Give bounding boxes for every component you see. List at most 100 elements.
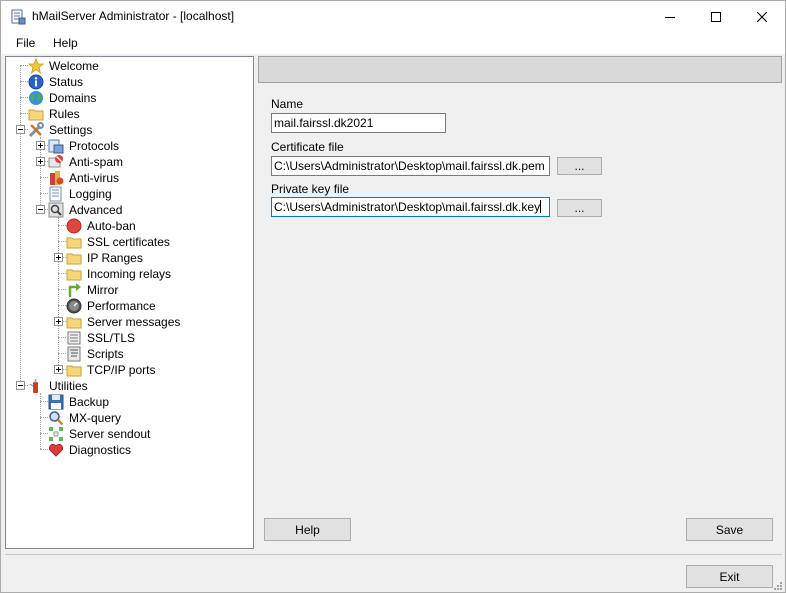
folder-icon: [66, 250, 82, 266]
save-button[interactable]: Save: [686, 518, 773, 541]
search-icon: [48, 410, 64, 426]
tree-item-auto-ban[interactable]: Auto-ban: [66, 218, 196, 234]
tree-item-backup[interactable]: Backup: [48, 394, 178, 410]
anti-virus-icon: [48, 170, 64, 186]
tree-item-label: TCP/IP ports: [87, 363, 156, 377]
tree-item-label: Logging: [69, 187, 112, 201]
name-input[interactable]: mail.fairssl.dk2021: [271, 113, 446, 133]
tree-item-label: Server sendout: [69, 427, 151, 441]
tree-item-label: Anti-spam: [69, 155, 124, 169]
private-key-browse-button[interactable]: ...: [557, 199, 602, 217]
tree-item-label: SSL certificates: [87, 235, 170, 249]
tree-item-label: Scripts: [87, 347, 124, 361]
anti-spam-icon: [48, 154, 64, 170]
network-nodes-icon: [48, 426, 64, 442]
menu-file[interactable]: File: [16, 36, 35, 50]
advanced-collapse-toggle[interactable]: [36, 205, 45, 214]
tree-item-label: MX-query: [69, 411, 122, 425]
protocols-expand-toggle[interactable]: [36, 141, 45, 150]
certificate-file-label: Certificate file: [271, 140, 344, 154]
tree-item-label: Anti-virus: [69, 171, 120, 185]
menu-help[interactable]: Help: [53, 36, 78, 50]
folder-icon: [66, 314, 82, 330]
utilities-knife-icon: [28, 378, 44, 394]
help-button[interactable]: Help: [264, 518, 351, 541]
star-icon: [27, 57, 45, 75]
tree-item-welcome[interactable]: Welcome: [27, 57, 148, 75]
tree-item-server-sendout[interactable]: Server sendout: [48, 426, 178, 442]
minimize-button[interactable]: [647, 1, 693, 32]
tree-item-status[interactable]: Status: [28, 74, 148, 90]
utilities-collapse-toggle[interactable]: [16, 381, 25, 390]
tree-item-label: Advanced: [69, 203, 123, 217]
server-messages-expand-toggle[interactable]: [54, 317, 63, 326]
certificate-browse-button[interactable]: ...: [557, 157, 602, 175]
certificate-file-value: C:\Users\Administrator\Desktop\mail.fair…: [274, 159, 545, 173]
tree-item-label: Backup: [69, 395, 110, 409]
panel-header: [258, 56, 782, 83]
tree-item-utilities[interactable]: Utilities: [28, 378, 148, 394]
ip-ranges-expand-toggle[interactable]: [54, 253, 63, 262]
tree-item-label: Incoming relays: [87, 267, 172, 281]
name-value: mail.fairssl.dk2021: [274, 116, 374, 130]
window-title: hMailServer Administrator - [localhost]: [32, 9, 235, 23]
private-key-file-label: Private key file: [271, 182, 350, 196]
resize-grip-icon[interactable]: [773, 580, 783, 590]
tree-item-label: Utilities: [49, 379, 88, 393]
tree-item-logging[interactable]: Logging: [48, 186, 168, 202]
close-button[interactable]: [739, 1, 785, 32]
text-caret: [540, 200, 542, 213]
tree-item-mx-query[interactable]: MX-query: [48, 410, 178, 426]
tree-item-anti-spam[interactable]: Anti-spam: [48, 154, 168, 170]
maximize-button[interactable]: [693, 1, 739, 32]
antispam-expand-toggle[interactable]: [36, 157, 45, 166]
footer-divider: [5, 554, 782, 555]
maximize-icon: [711, 11, 721, 22]
tree-item-anti-virus[interactable]: Anti-virus: [48, 170, 168, 186]
script-icon: [66, 346, 82, 362]
gauge-icon: [66, 298, 82, 314]
tree-item-protocols[interactable]: Protocols: [48, 138, 168, 154]
tree-item-domains[interactable]: Domains: [28, 90, 148, 106]
private-key-file-input[interactable]: C:\Users\Administrator\Desktop\mail.fair…: [271, 197, 550, 217]
navigation-tree[interactable]: Welcome Status Domains Rules Settings Pr…: [5, 56, 254, 549]
folder-icon: [66, 266, 82, 282]
title-bar: hMailServer Administrator - [localhost]: [1, 1, 785, 32]
folder-icon: [66, 362, 82, 378]
folder-icon: [66, 234, 82, 250]
tools-icon: [28, 122, 44, 138]
tree-item-settings[interactable]: Settings: [28, 122, 148, 138]
tree-item-server-messages[interactable]: Server messages: [66, 314, 196, 330]
tree-item-ssl-certificates[interactable]: SSL certificates: [66, 234, 196, 250]
tree-item-rules[interactable]: Rules: [28, 106, 148, 122]
private-key-file-value: C:\Users\Administrator\Desktop\mail.fair…: [274, 200, 541, 214]
tcpip-ports-expand-toggle[interactable]: [54, 365, 63, 374]
tree-item-label: Rules: [49, 107, 80, 121]
name-label: Name: [271, 97, 304, 111]
tree-item-ip-ranges[interactable]: IP Ranges: [66, 250, 196, 266]
tree-item-ssl-tls[interactable]: SSL/TLS: [66, 330, 196, 346]
tree-item-label: Welcome: [49, 59, 99, 73]
tree-item-performance[interactable]: Performance: [66, 298, 196, 314]
tree-item-label: Protocols: [69, 139, 120, 153]
tree-item-diagnostics[interactable]: Diagnostics: [48, 442, 178, 458]
info-icon: [28, 74, 44, 90]
certificate-file-input[interactable]: C:\Users\Administrator\Desktop\mail.fair…: [271, 156, 550, 176]
tree-item-tcpip-ports[interactable]: TCP/IP ports: [66, 362, 196, 378]
heart-icon: [48, 442, 64, 458]
tree-item-label: Auto-ban: [87, 219, 136, 233]
settings-collapse-toggle[interactable]: [16, 125, 25, 134]
globe-icon: [28, 90, 44, 106]
exit-button[interactable]: Exit: [686, 565, 773, 588]
protocols-icon: [48, 138, 64, 154]
menu-bar: File Help: [1, 32, 785, 54]
tree-item-advanced[interactable]: Advanced: [48, 202, 168, 218]
tree-item-scripts[interactable]: Scripts: [66, 346, 196, 362]
close-icon: [757, 11, 767, 22]
tree-item-label: Server messages: [87, 315, 181, 329]
tree-item-incoming-relays[interactable]: Incoming relays: [66, 266, 196, 282]
tree-item-mirror[interactable]: Mirror: [66, 282, 196, 298]
folder-icon: [28, 106, 44, 122]
ssl-document-icon: [66, 330, 82, 346]
red-circle-icon: [66, 218, 82, 234]
